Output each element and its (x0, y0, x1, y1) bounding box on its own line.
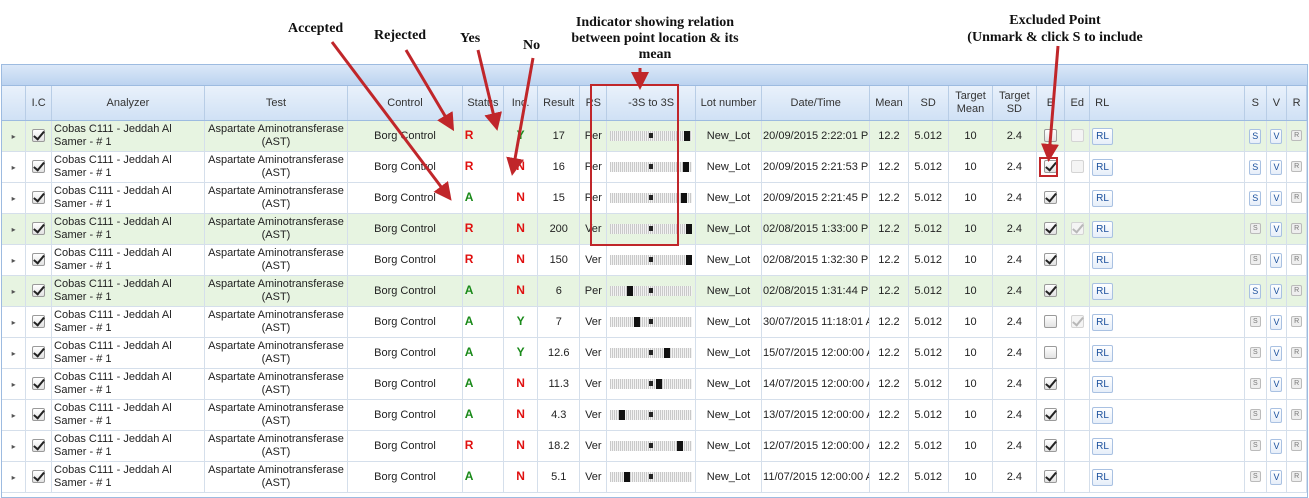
arrow-no (506, 57, 535, 176)
arrow-accepted (330, 41, 452, 201)
arrow-yes (476, 49, 502, 131)
arrow-rejected (404, 49, 455, 132)
arrow-excluded (1041, 45, 1060, 162)
annotation-arrows (330, 41, 1060, 201)
